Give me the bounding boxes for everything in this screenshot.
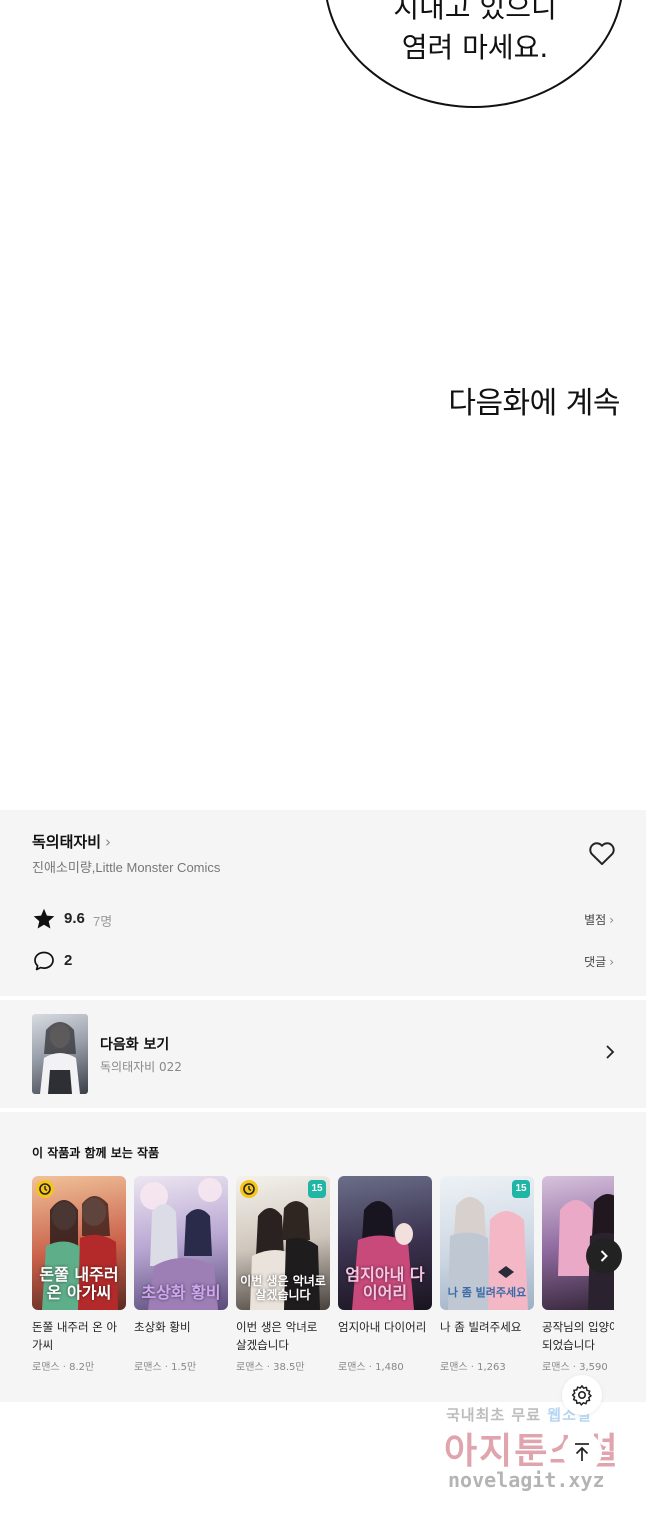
clock-badge-icon: [36, 1180, 54, 1198]
recommendations-carousel[interactable]: 돈쭐 내주러 온 아가씨 돈쭐 내주러 온 아가씨 로맨스 · 8.2만 초상화…: [32, 1176, 614, 1386]
recommendation-card[interactable]: 엄지아내 다이어리 엄지아내 다이어리 로맨스 · 1,480: [338, 1176, 432, 1373]
next-episode-label: 다음화 보기: [100, 1037, 170, 1053]
next-episode-subtitle: 독의태자비 022: [100, 1060, 182, 1074]
recommendation-cover: 엄지아내 다이어리: [338, 1176, 432, 1310]
series-info-panel: 독의태자비 › 진애소미량,Little Monster Comics 9.6 7…: [0, 810, 646, 996]
recommendation-cover: 돈쭐 내주러 온 아가씨: [32, 1176, 126, 1310]
rating-link-label: 별점: [584, 913, 607, 927]
rating-link[interactable]: 별점 ›: [584, 911, 614, 928]
recommendation-card[interactable]: 공작님의 입양아가 되었습니다 로맨스 · 3,590: [542, 1176, 614, 1373]
next-episode-thumbnail: [32, 1014, 88, 1094]
star-icon: [33, 908, 55, 929]
recommendation-meta: 로맨스 · 1,480: [338, 1362, 404, 1373]
recommendation-meta: 로맨스 · 8.2만: [32, 1362, 95, 1373]
series-title-link[interactable]: 독의태자비 ›: [32, 831, 111, 852]
recommendation-card[interactable]: 돈쭐 내주러 온 아가씨 돈쭐 내주러 온 아가씨 로맨스 · 8.2만: [32, 1176, 126, 1373]
recommendation-meta: 로맨스 · 3,590: [542, 1362, 608, 1373]
cover-caption: 돈쭐 내주러 온 아가씨: [39, 1265, 119, 1302]
rating-row: 9.6 7명 별점 ›: [32, 907, 614, 931]
comic-panel: 지내고 있으니 염려 마세요. 다음화에 계속: [0, 0, 646, 810]
rating-value: 9.6: [64, 910, 85, 927]
recommendation-title: 엄지아내 다이어리: [338, 1320, 427, 1334]
arrow-up-icon: [575, 1443, 589, 1461]
comment-count: 2: [64, 952, 73, 969]
next-episode-card[interactable]: 다음화 보기 독의태자비 022: [0, 1000, 646, 1108]
recommendation-meta: 로맨스 · 38.5만: [236, 1362, 305, 1373]
watermark-text: 국내최초 무료: [446, 1406, 542, 1424]
rating-count: 7명: [93, 914, 113, 929]
thumbnail-art: [40, 1022, 80, 1094]
comments-row: 2 댓글 ›: [32, 949, 614, 973]
speech-line-2: 염려 마세요.: [401, 31, 549, 64]
comments-link-label: 댓글: [584, 955, 607, 969]
recommendation-card[interactable]: 초상화 황비 초상화 황비 로맨스 · 1.5만: [134, 1176, 228, 1373]
recommendation-meta: 로맨스 · 1.5만: [134, 1362, 197, 1373]
carousel-next-button[interactable]: [586, 1238, 622, 1274]
speech-line-1: 지내고 있으니: [393, 0, 557, 24]
settings-button[interactable]: [562, 1375, 602, 1415]
clock-badge-icon: [240, 1180, 258, 1198]
chevron-right-icon: ›: [609, 955, 614, 969]
cover-caption: 나 좀 빌려주세요: [447, 1286, 527, 1299]
recommendation-title: 나 좀 빌려주세요: [440, 1320, 522, 1334]
recommendations-section: 이 작품과 함께 보는 작품 돈쭐 내주러 온 아가씨 돈쭐 내주러 온 아가씨…: [0, 1112, 646, 1402]
chevron-right-icon: ›: [609, 913, 614, 927]
recommendation-title: 이번 생은 악녀로 살겠습니다: [236, 1320, 318, 1352]
cover-caption: 이번 생은 악녀로 살겠습니다: [240, 1274, 326, 1302]
recommendation-card[interactable]: 15 이번 생은 악녀로 살겠습니다 이번 생은 악녀로 살겠습니다 로맨스 ·…: [236, 1176, 330, 1373]
recommendation-title: 돈쭐 내주러 온 아가씨: [32, 1320, 118, 1352]
gear-icon: [571, 1385, 592, 1406]
continue-next-text: 다음화에 계속: [448, 386, 620, 421]
recommendation-title: 공작님의 입양아가 되었습니다: [542, 1320, 614, 1352]
chevron-right-icon: [600, 1250, 608, 1262]
recommendations-title: 이 작품과 함께 보는 작품: [32, 1146, 160, 1160]
age-15-badge-icon: 15: [512, 1180, 530, 1198]
series-authors: 진애소미량,Little Monster Comics: [32, 860, 221, 875]
speech-bubble-text: 지내고 있으니 염려 마세요.: [330, 0, 620, 68]
cover-caption: 엄지아내 다이어리: [345, 1265, 425, 1302]
recommendation-title: 초상화 황비: [134, 1320, 191, 1334]
comments-link[interactable]: 댓글 ›: [584, 953, 614, 970]
recommendation-cover: 15 나 좀 빌려주세요: [440, 1176, 534, 1310]
chevron-right-icon: [606, 1045, 615, 1059]
chevron-right-icon: ›: [105, 833, 112, 851]
age-15-badge-icon: 15: [308, 1180, 326, 1198]
cover-caption: 초상화 황비: [141, 1283, 221, 1302]
recommendation-card[interactable]: 15 나 좀 빌려주세요 나 좀 빌려주세요 로맨스 · 1,263: [440, 1176, 534, 1373]
recommendation-meta: 로맨스 · 1,263: [440, 1362, 506, 1373]
recommendation-cover: 초상화 황비: [134, 1176, 228, 1310]
series-title: 독의태자비: [32, 833, 102, 851]
recommendation-cover: 15 이번 생은 악녀로 살겠습니다: [236, 1176, 330, 1310]
heart-icon[interactable]: [588, 840, 616, 866]
comment-icon: [34, 951, 54, 971]
scroll-to-top-button[interactable]: [562, 1432, 602, 1472]
